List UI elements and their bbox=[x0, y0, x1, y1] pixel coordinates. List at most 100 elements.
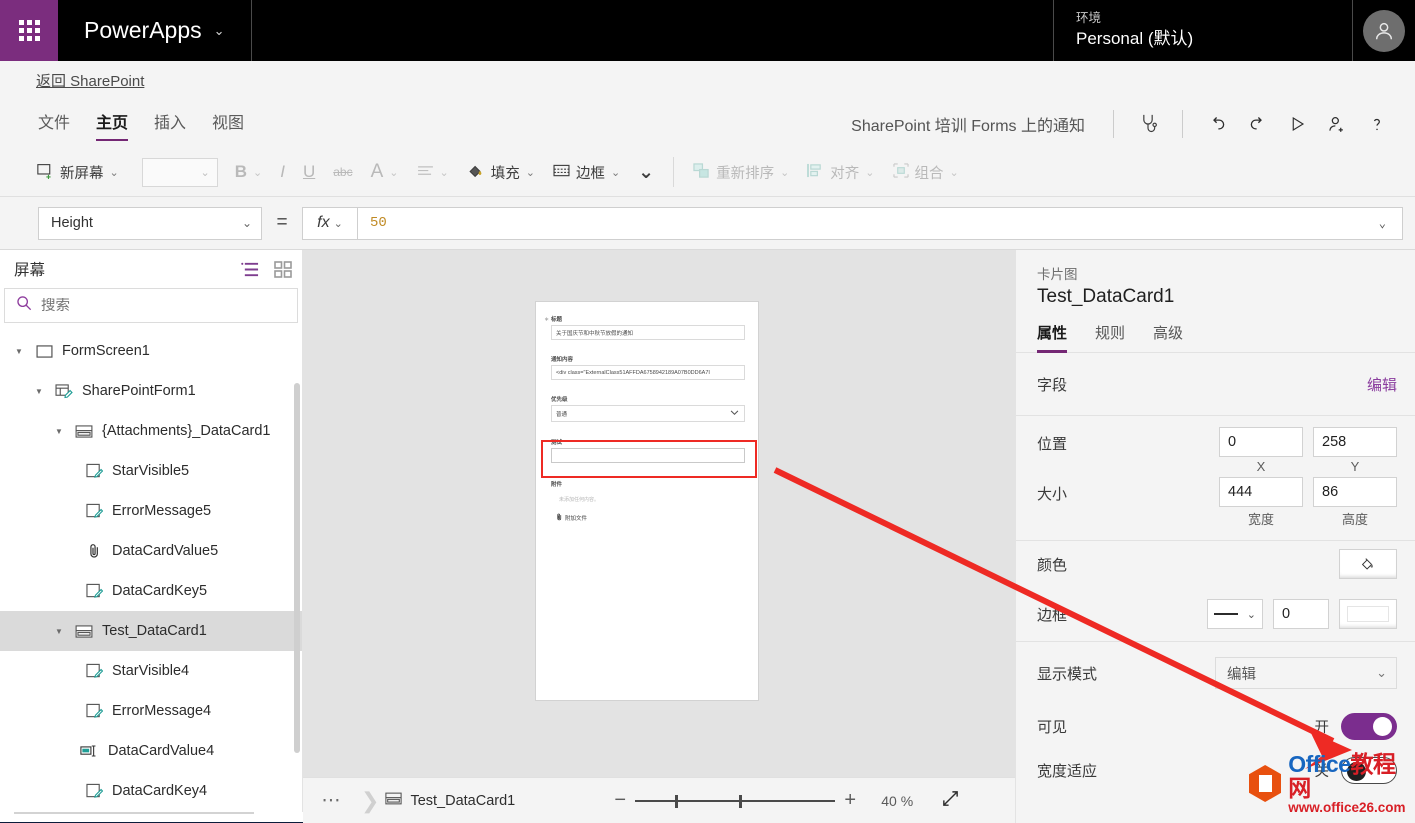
font-family-select[interactable]: ⌄ bbox=[142, 158, 218, 187]
fx-button[interactable]: fx ⌄ bbox=[302, 207, 358, 240]
expand-caret-icon[interactable]: ▼ bbox=[32, 387, 46, 396]
tree-view-icon[interactable] bbox=[241, 261, 260, 278]
new-screen-button[interactable]: 新屏幕 ⌄ bbox=[28, 154, 128, 190]
tree-item-datacardkey5[interactable]: DataCardKey5 bbox=[0, 571, 302, 611]
zoom-in-button[interactable]: + bbox=[835, 789, 865, 812]
chevron-down-icon: ⌄ bbox=[440, 166, 449, 179]
screens-tree-panel: 屏幕 bbox=[0, 250, 303, 823]
chevron-down-icon: ⌄ bbox=[334, 217, 343, 230]
tree-item-errormessage5[interactable]: ErrorMessage5 bbox=[0, 491, 302, 531]
share-user-icon[interactable] bbox=[1317, 107, 1357, 141]
brand-menu[interactable]: PowerApps ⌄ bbox=[58, 0, 252, 61]
tree-item-errormessage4[interactable]: ErrorMessage4 bbox=[0, 691, 302, 731]
redo-icon[interactable] bbox=[1237, 107, 1277, 141]
position-y-input[interactable]: 258 bbox=[1313, 427, 1397, 457]
expand-caret-icon[interactable]: ▼ bbox=[52, 627, 66, 636]
thumbnail-view-icon[interactable] bbox=[274, 261, 292, 278]
tree-item-test-datacard1[interactable]: ▼ Test_DataCard1 bbox=[0, 611, 302, 651]
border-button[interactable]: 边框 ⌄ bbox=[544, 154, 629, 190]
preview-play-icon[interactable] bbox=[1277, 107, 1317, 141]
slider-thumb[interactable] bbox=[675, 795, 678, 808]
powerapps-studio-window: PowerApps ⌄ 环境 Personal (默认) 返回 SharePoi… bbox=[0, 0, 1415, 823]
group-button[interactable]: 组合 ⌄ bbox=[884, 154, 968, 190]
strikethrough-button[interactable]: abc bbox=[324, 154, 361, 190]
user-avatar-icon[interactable] bbox=[1363, 10, 1405, 52]
ribbon-more-button[interactable]: ⌄ bbox=[629, 154, 663, 190]
property-select[interactable]: Height ⌄ bbox=[38, 207, 262, 240]
toggle-knob bbox=[1373, 717, 1392, 736]
tab-properties[interactable]: 属性 bbox=[1037, 322, 1067, 352]
tree-item-starvisible4[interactable]: StarVisible4 bbox=[0, 651, 302, 691]
tree-item-datacardkey4[interactable]: DataCardKey4 bbox=[0, 771, 302, 811]
bold-button[interactable]: B ⌄ bbox=[226, 154, 272, 190]
tab-rules[interactable]: 规则 bbox=[1095, 322, 1125, 352]
help-icon[interactable] bbox=[1357, 107, 1397, 141]
position-fields: 0 X 258 Y bbox=[1219, 427, 1397, 474]
size-width-input[interactable]: 444 bbox=[1219, 477, 1303, 507]
expand-caret-icon[interactable]: ▼ bbox=[52, 427, 66, 436]
field-label: 优先级 bbox=[551, 395, 745, 403]
visible-toggle[interactable] bbox=[1341, 713, 1397, 740]
zoom-controls: − + 40 % bbox=[605, 789, 960, 813]
fill-button[interactable]: 填充 ⌄ bbox=[458, 154, 544, 190]
zoom-out-button[interactable]: − bbox=[605, 789, 635, 812]
menu-right-group: SharePoint 培训 Forms 上的通知 bbox=[0, 100, 1415, 148]
search-input[interactable] bbox=[41, 298, 241, 314]
underline-button[interactable]: U bbox=[294, 154, 324, 190]
watermark-text-group: Office教程网 www.office26.com bbox=[1288, 752, 1415, 815]
formula-input[interactable]: 50 ⌄ bbox=[358, 207, 1403, 240]
form-preview-screen[interactable]: ∗ 标题 关于国庆节和中秋节放假的通知 通知内容 <div class="Ext… bbox=[536, 302, 758, 700]
tree-item-datacardvalue5[interactable]: DataCardValue5 bbox=[0, 531, 302, 571]
fit-to-screen-icon[interactable] bbox=[941, 789, 960, 813]
border-color-swatch[interactable] bbox=[1339, 599, 1397, 629]
field-input[interactable]: 关于国庆节和中秋节放假的通知 bbox=[551, 325, 745, 340]
app-checker-icon[interactable] bbox=[1128, 107, 1168, 141]
component-tree: ▼ FormScreen1 ▼ SharePointForm1 ▼ bbox=[0, 331, 302, 823]
border-controls: ⌄ 0 bbox=[1207, 599, 1397, 629]
zoom-slider[interactable] bbox=[635, 791, 835, 811]
chevron-down-icon[interactable]: ⌄ bbox=[1379, 216, 1390, 231]
border-style-select[interactable]: ⌄ bbox=[1207, 599, 1263, 629]
border-width-input[interactable]: 0 bbox=[1273, 599, 1329, 629]
reorder-button[interactable]: 重新排序 ⌄ bbox=[684, 154, 798, 190]
search-box[interactable] bbox=[4, 288, 298, 323]
chevron-down-icon: ⌄ bbox=[611, 166, 620, 179]
text-align-button[interactable]: ⌄ bbox=[408, 154, 458, 190]
position-x-input[interactable]: 0 bbox=[1219, 427, 1303, 457]
tree-item-sharepointform1[interactable]: ▼ SharePointForm1 bbox=[0, 371, 302, 411]
align-group-button[interactable]: 对齐 ⌄ bbox=[798, 154, 883, 190]
avatar-container[interactable] bbox=[1353, 0, 1415, 61]
tree-item-attachments-datacard1[interactable]: ▼ {Attachments}_DataCard1 bbox=[0, 411, 302, 451]
app-canvas[interactable]: ∗ 标题 关于国庆节和中秋节放假的通知 通知内容 <div class="Ext… bbox=[303, 250, 1015, 777]
field-input[interactable]: <div class="ExternalClass51AFFDA67589421… bbox=[551, 365, 745, 380]
size-height-input[interactable]: 86 bbox=[1313, 477, 1397, 507]
edit-field-link[interactable]: 编辑 bbox=[1367, 374, 1397, 395]
chevron-down-icon: ⌄ bbox=[526, 166, 535, 179]
field-section: 字段 编辑 bbox=[1016, 353, 1415, 416]
position-y-group: 258 Y bbox=[1313, 427, 1397, 474]
display-mode-select[interactable]: 编辑 ⌄ bbox=[1215, 657, 1397, 689]
field-input[interactable] bbox=[551, 448, 745, 463]
tree-item-datacardvalue4[interactable]: DataCardValue4 bbox=[0, 731, 302, 771]
tree-item-label: DataCardKey5 bbox=[112, 583, 207, 599]
breadcrumb[interactable]: Test_DataCard1 bbox=[385, 792, 515, 809]
app-launcher-icon[interactable] bbox=[0, 0, 58, 61]
expand-caret-icon[interactable]: ▼ bbox=[12, 347, 26, 356]
back-to-sharepoint-link[interactable]: 返回 SharePoint bbox=[36, 70, 144, 91]
undo-icon[interactable] bbox=[1197, 107, 1237, 141]
panel-header: 屏幕 bbox=[0, 250, 302, 288]
tree-scrollbar[interactable] bbox=[294, 383, 300, 753]
field-dropdown[interactable]: 普通 bbox=[551, 405, 745, 422]
top-app-bar: PowerApps ⌄ 环境 Personal (默认) bbox=[0, 0, 1415, 61]
attach-file-link[interactable]: 附加文件 bbox=[557, 513, 745, 523]
form-field-test: 测试 bbox=[551, 438, 745, 463]
tree-item-label: ErrorMessage5 bbox=[112, 503, 211, 519]
tree-item-starvisible5[interactable]: StarVisible5 bbox=[0, 451, 302, 491]
more-options-button[interactable]: ⋯ bbox=[303, 789, 361, 812]
font-color-button[interactable]: A ⌄ bbox=[362, 154, 408, 190]
tab-advanced[interactable]: 高级 bbox=[1153, 322, 1183, 352]
environment-selector[interactable]: 环境 Personal (默认) bbox=[1053, 0, 1353, 61]
tree-item-formscreen1[interactable]: ▼ FormScreen1 bbox=[0, 331, 302, 371]
paint-bucket-icon[interactable] bbox=[1339, 549, 1397, 579]
italic-button[interactable]: I bbox=[271, 154, 294, 190]
